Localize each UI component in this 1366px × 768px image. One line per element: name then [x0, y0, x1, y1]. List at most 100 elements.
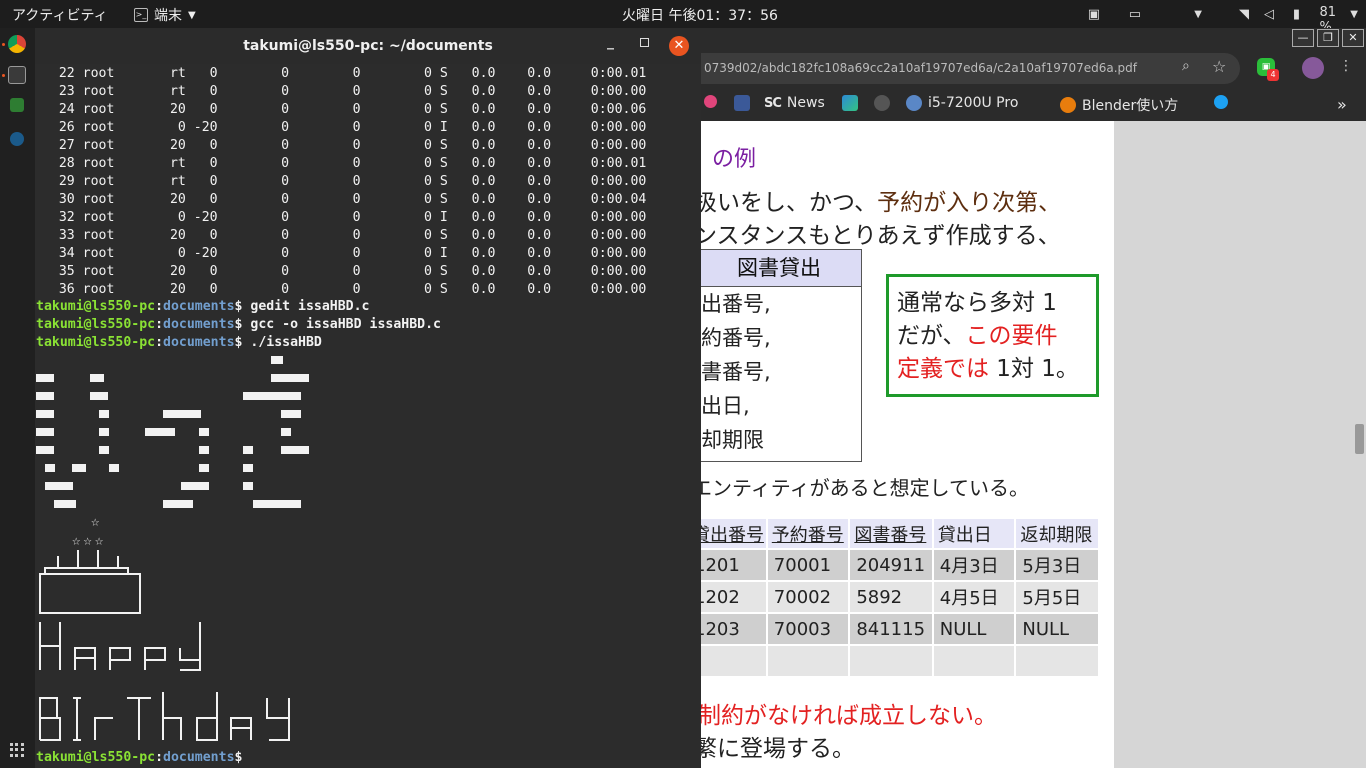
art-block [281, 446, 309, 454]
table-cell: 70002 [767, 582, 849, 612]
art-block [253, 500, 301, 508]
art-block [36, 428, 54, 436]
column-header: 貸出日 [933, 519, 1015, 548]
star-icon: ☆ [91, 514, 100, 530]
terminal-icon: >_ [134, 8, 148, 22]
system-monitor-icon[interactable] [10, 98, 24, 112]
entity-name: 図書貸出 [700, 250, 861, 287]
art-block [45, 464, 55, 472]
art-block [199, 464, 209, 472]
dock [0, 28, 35, 768]
art-block [163, 500, 193, 508]
prompt-line[interactable]: takumi@ls550-pc:documents$ [36, 749, 250, 767]
art-block [271, 356, 283, 364]
terminal-dock-icon[interactable] [8, 66, 26, 84]
keyboard-icon[interactable]: ▭ [1129, 7, 1141, 22]
chevron-down-icon: ▼ [188, 9, 196, 21]
kebab-menu-icon[interactable]: ⋮ [1339, 58, 1353, 74]
more-bookmarks-button[interactable]: » [1337, 95, 1347, 114]
maximize-icon[interactable] [640, 38, 649, 47]
column-header: 図書番号 [850, 519, 932, 548]
entity-attribute: 出番号, [701, 292, 771, 316]
art-block [243, 482, 253, 490]
slide-line-1: 扱いをし、かつ、予約が入り次第、 [700, 190, 1062, 216]
scrollbar-thumb[interactable] [1355, 424, 1364, 454]
bookmark-cpu[interactable]: i5-7200U Pro [906, 95, 1018, 111]
note-line-2: だが、この要件 [897, 323, 1058, 349]
minimize-icon[interactable]: — [1292, 29, 1314, 47]
bookmark-blender[interactable]: Blender使い方 [1060, 95, 1178, 115]
blender-icon [1060, 97, 1076, 113]
table-cell: 204911 [850, 550, 932, 580]
dropdown-icon[interactable]: ▼ [1194, 9, 1202, 20]
top-panel: アクティビティ >_ 端末 ▼ 火曜日 午後01：37：56 ▣ ▭ ▼ ◥ ◁… [0, 0, 1366, 35]
bookmark-star-icon[interactable]: ☆ [1212, 57, 1226, 76]
table-cell [767, 646, 849, 676]
browser-titlebar[interactable]: — ❐ ✕ [700, 28, 1366, 50]
process-row: 30 root 20 0 0 0 0 S 0.0 0.0 0:00.04 [35, 192, 647, 207]
process-row: 35 root 20 0 0 0 0 S 0.0 0.0 0:00.00 [35, 264, 647, 279]
column-header: 予約番号 [767, 519, 849, 548]
terminal-titlebar[interactable]: takumi@ls550-pc: ~/documents _ ✕ [35, 28, 701, 64]
twitter-icon[interactable] [1214, 95, 1228, 109]
bookmark-news[interactable]: SC News [764, 95, 825, 111]
app-menu[interactable]: >_ 端末 ▼ [134, 5, 196, 25]
table-cell: NULL [933, 614, 1015, 644]
terminal-title: takumi@ls550-pc: ~/documents [243, 38, 493, 54]
table-row: 1203 70003 841115 NULL NULL [700, 614, 1098, 644]
table-cell: 5月5日 [1016, 582, 1098, 612]
restore-icon[interactable]: ❐ [1317, 29, 1339, 47]
prompt-line: takumi@ls550-pc:documents$ ./issaHBD [36, 335, 322, 350]
table-cell: 1201 [700, 550, 766, 580]
battery-icon: ▮ [1292, 6, 1300, 22]
art-block [243, 446, 253, 454]
clipboard-icon[interactable]: ▣ [1088, 7, 1100, 22]
table-cell: 4月5日 [933, 582, 1015, 612]
table-cell: 1203 [700, 614, 766, 644]
art-block [99, 446, 109, 454]
bookmark-icon-1[interactable] [704, 95, 717, 108]
system-menu-icon[interactable]: ▼ [1350, 9, 1358, 20]
column-header: 返却期限 [1016, 519, 1098, 548]
address-bar[interactable]: 0739d02/abdc182fc108a69cc2a10af19707ed6a… [700, 53, 1240, 84]
art-block [45, 482, 73, 490]
table-cell: 70003 [767, 614, 849, 644]
close-icon[interactable]: ✕ [1342, 29, 1364, 47]
process-row: 27 root 20 0 0 0 0 S 0.0 0.0 0:00.00 [35, 138, 647, 153]
facebook-icon[interactable] [734, 95, 750, 111]
github-icon[interactable] [874, 95, 890, 111]
process-row: 24 root 20 0 0 0 0 S 0.0 0.0 0:00.06 [35, 102, 647, 117]
slide-heading: ）の例 [700, 147, 757, 172]
bookmark-icon-m[interactable] [842, 95, 858, 111]
process-row: 32 root 0 -20 0 0 0 I 0.0 0.0 0:00.00 [35, 210, 647, 225]
clock[interactable]: 火曜日 午後01：37：56 [622, 5, 778, 25]
browser-window: — ❐ ✕ 0739d02/abdc182fc108a69cc2a10af197… [700, 28, 1366, 768]
steam-icon[interactable] [10, 132, 24, 146]
art-block [36, 374, 54, 382]
table-cell: 5892 [850, 582, 932, 612]
process-row: 33 root 20 0 0 0 0 S 0.0 0.0 0:00.00 [35, 228, 647, 243]
process-row: 36 root 20 0 0 0 0 S 0.0 0.0 0:00.00 [35, 282, 647, 297]
close-icon[interactable]: ✕ [669, 36, 689, 56]
table-cell: 1202 [700, 582, 766, 612]
zoom-icon[interactable]: ⌕ [1182, 58, 1200, 76]
toolbar: 0739d02/abdc182fc108a69cc2a10af19707ed6a… [700, 50, 1366, 87]
cake-icon [39, 550, 141, 614]
show-apps-icon[interactable] [10, 743, 24, 757]
table-cell: 70001 [767, 550, 849, 580]
activities-button[interactable]: アクティビティ [12, 5, 108, 25]
note-line-3: 定義では 1対 1。 [897, 356, 1079, 382]
minimize-icon[interactable]: _ [607, 34, 614, 50]
art-block [145, 428, 175, 436]
profile-avatar[interactable] [1302, 57, 1324, 79]
prompt-line: takumi@ls550-pc:documents$ gcc -o issaHB… [36, 317, 441, 332]
art-block [281, 410, 301, 418]
terminal-output[interactable]: 22 root rt 0 0 0 0 S 0.0 0.0 0:00.01 23 … [35, 64, 701, 768]
process-row: 23 root rt 0 0 0 0 S 0.0 0.0 0:00.00 [35, 84, 647, 99]
pdf-viewer[interactable]: ）の例 扱いをし、かつ、予約が入り次第、 ンスタンスもとりあえず作成する、 図書… [700, 121, 1366, 768]
art-block [199, 428, 209, 436]
art-block [243, 392, 301, 400]
art-block [90, 374, 104, 382]
chrome-icon[interactable] [8, 35, 26, 53]
table-cell [700, 646, 766, 676]
